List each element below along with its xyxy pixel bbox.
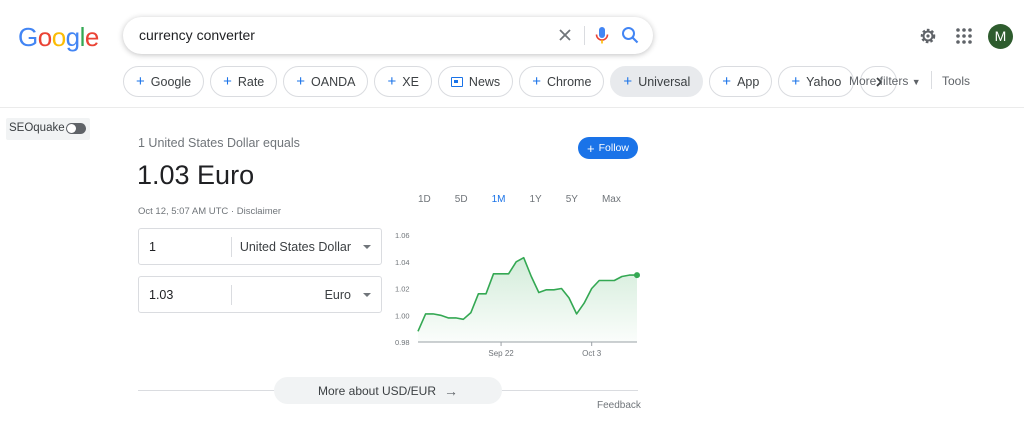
tools-button[interactable]: Tools [942, 74, 970, 88]
to-currency-row: 1.03 Euro [138, 276, 382, 313]
y-tick-label: 1.04 [395, 258, 410, 267]
seoquake-toggle[interactable]: SEOquake [6, 118, 90, 140]
chip-oanda[interactable]: + OANDA [283, 66, 369, 97]
conversion-timestamp: Oct 12, 5:07 AM UTC · Disclaimer [138, 206, 282, 217]
news-icon [450, 76, 463, 87]
to-amount-input[interactable]: 1.03 [149, 288, 173, 302]
chip-rate[interactable]: + Rate [210, 66, 278, 97]
y-tick-label: 1.00 [395, 311, 410, 320]
search-input[interactable]: currency converter [139, 27, 255, 43]
chip-news[interactable]: News [437, 66, 514, 97]
chip-label: Chrome [546, 74, 592, 89]
caret-down-icon[interactable] [363, 293, 371, 297]
chip-label: App [737, 74, 760, 89]
logo-letter: e [84, 22, 99, 52]
header-divider [0, 107, 1024, 108]
toggle-switch-icon[interactable] [66, 123, 86, 134]
logo-letter: G [18, 22, 38, 52]
chip-label: News [468, 74, 501, 89]
google-logo[interactable]: Google [18, 22, 99, 53]
chip-universal[interactable]: + Universal [610, 66, 704, 97]
range-tab-5d[interactable]: 5D [455, 194, 468, 205]
from-currency-row: 1 United States Dollar [138, 228, 382, 265]
plus-icon: + [722, 73, 732, 90]
chip-app[interactable]: + App [709, 66, 773, 97]
chip-xe[interactable]: + XE [374, 66, 432, 97]
logo-letter: g [65, 22, 80, 52]
field-divider [231, 237, 232, 257]
range-tab-1y[interactable]: 1Y [530, 194, 542, 205]
field-divider [231, 285, 232, 305]
plus-icon: + [532, 73, 541, 90]
y-tick-label: 1.06 [395, 231, 410, 240]
plus-icon: + [587, 140, 595, 156]
search-chips: + Google + Rate + OANDA + XE News + Chrome + U… [123, 66, 898, 97]
chip-label: Rate [237, 74, 265, 89]
follow-label: Follow [598, 142, 629, 154]
chart-range-tabs: 1D 5D 1M 1Y 5Y Max [418, 194, 645, 205]
arrow-right-icon: → [444, 382, 459, 399]
more-filters-label: More filters [849, 74, 909, 88]
gear-icon[interactable] [918, 26, 938, 46]
plus-icon: + [136, 73, 145, 90]
chip-yahoo[interactable]: + Yahoo [778, 66, 855, 97]
caret-down-icon: ▼ [911, 77, 921, 87]
follow-button[interactable]: + Follow [578, 137, 638, 159]
series-area [418, 257, 637, 342]
last-point-marker [634, 272, 640, 279]
search-box[interactable]: currency converter [123, 17, 653, 54]
more-about-label: More about USD/EUR [317, 383, 437, 398]
more-filters-button[interactable]: More filters ▼ [849, 74, 921, 88]
plus-icon: + [223, 73, 232, 90]
range-tab-1d[interactable]: 1D [418, 194, 431, 205]
conversion-result: 1.03 Euro [137, 160, 255, 190]
y-tick-label: 1.02 [395, 285, 410, 294]
close-icon[interactable] [555, 25, 575, 45]
range-tab-max[interactable]: Max [602, 194, 621, 205]
y-tick-label: 0.98 [395, 338, 410, 347]
mic-icon[interactable] [591, 24, 613, 46]
apps-grid-icon[interactable] [954, 26, 974, 46]
from-currency-select[interactable]: United States Dollar [240, 240, 351, 254]
plus-icon: + [791, 73, 801, 90]
logo-letter: o [37, 22, 52, 52]
plus-icon: + [296, 73, 306, 90]
range-tab-1m[interactable]: 1M [492, 194, 506, 205]
to-currency-select[interactable]: Euro [325, 288, 351, 302]
x-tick-label: Sep 22 [488, 349, 514, 358]
plus-icon: + [623, 73, 633, 90]
search-icon[interactable] [619, 24, 641, 46]
chip-google[interactable]: + Google [123, 66, 205, 97]
more-about-button[interactable]: More about USD/EUR → [274, 377, 502, 404]
exchange-rate-chart[interactable]: 1.06 1.04 1.02 1.00 0.98 Sep 22 Oct 3 [393, 225, 643, 360]
search-divider [584, 26, 585, 45]
seoquake-label: SEOquake [9, 122, 65, 134]
caret-down-icon[interactable] [363, 245, 371, 249]
avatar[interactable]: M [988, 24, 1013, 49]
range-tab-5y[interactable]: 5Y [566, 194, 578, 205]
tools-divider [931, 71, 932, 89]
chip-label: Google [150, 74, 192, 89]
from-amount-input[interactable]: 1 [149, 240, 156, 254]
plus-icon: + [387, 73, 397, 90]
logo-letter: o [51, 22, 66, 52]
chip-label: OANDA [311, 74, 356, 89]
chip-label: XE [402, 74, 419, 89]
chip-label: Yahoo [806, 74, 842, 89]
conversion-equals-text: 1 United States Dollar equals [138, 136, 300, 150]
chip-chrome[interactable]: + Chrome [519, 66, 605, 97]
chip-label: Universal [638, 74, 691, 89]
feedback-link[interactable]: Feedback [597, 400, 641, 411]
x-tick-label: Oct 3 [582, 349, 602, 358]
